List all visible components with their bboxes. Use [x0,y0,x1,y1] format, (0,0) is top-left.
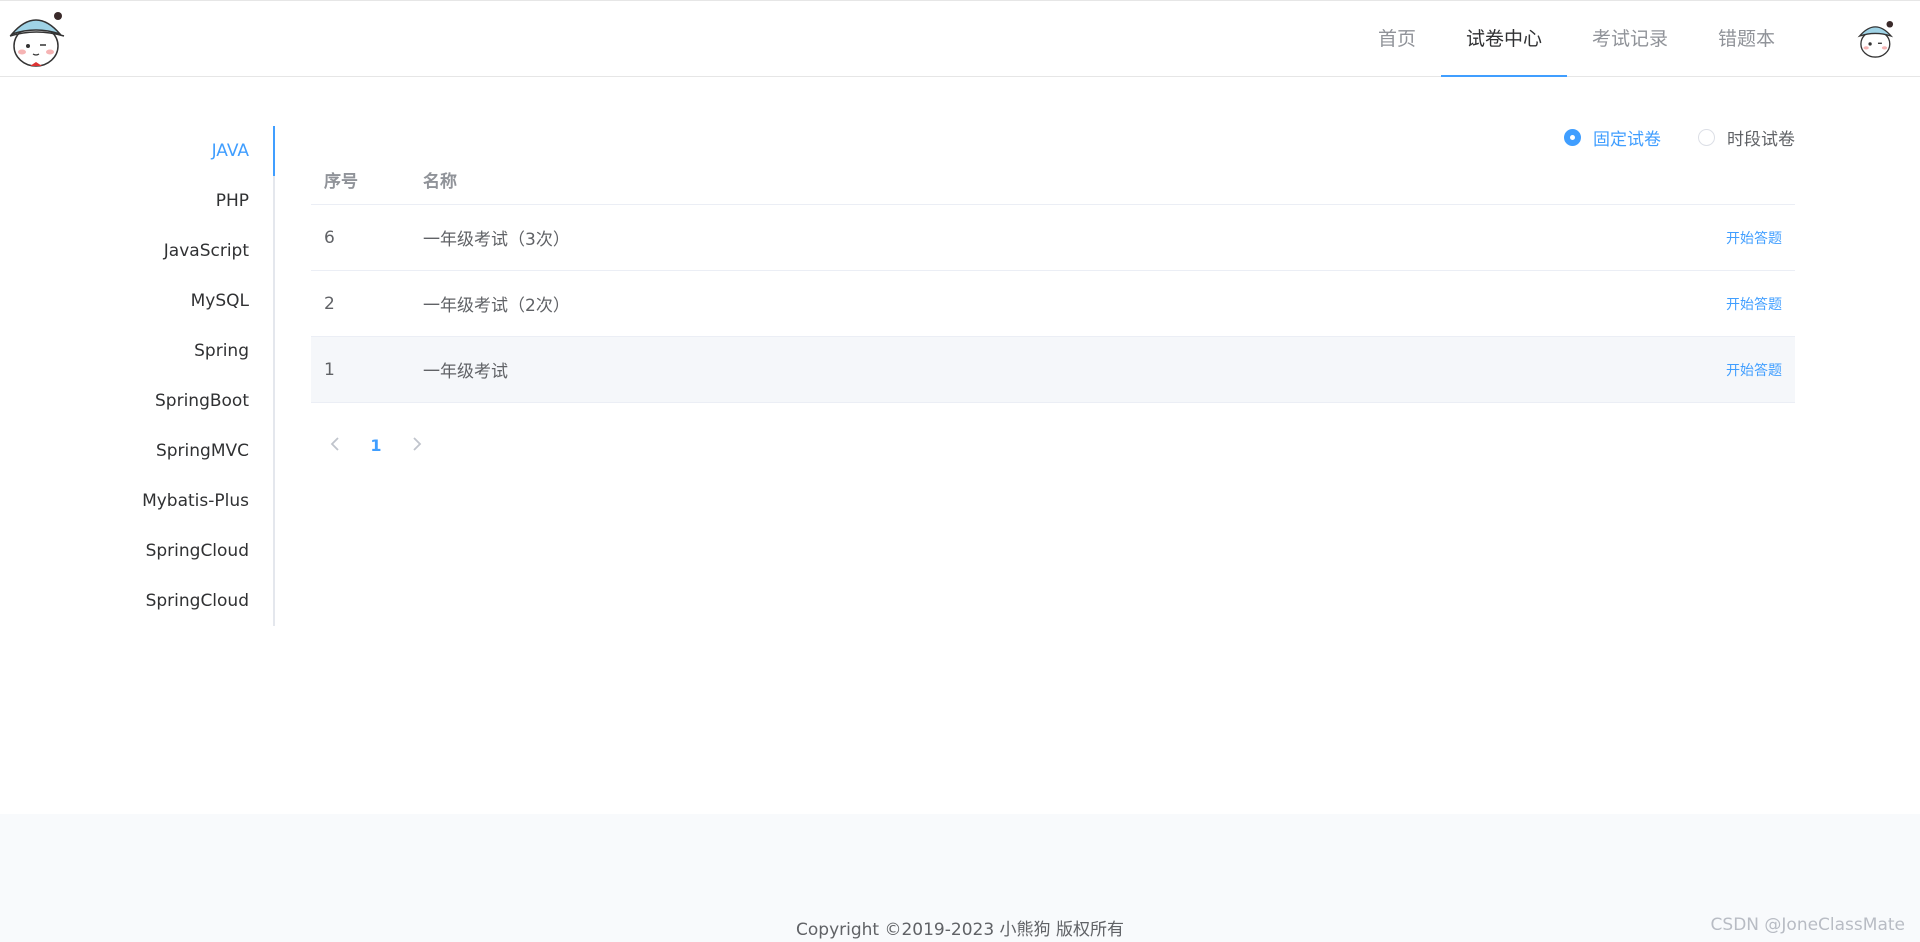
avatar[interactable] [1855,19,1897,61]
cell-no: 6 [324,227,335,248]
sidebar-item-java[interactable]: JAVA [120,126,275,176]
page-number-current[interactable]: 1 [352,430,400,462]
page-footer: Copyright ©2019-2023 小熊狗 版权所有 CSDN @Jone… [0,814,1920,942]
sidebar-item-php[interactable]: PHP [120,176,273,226]
sidebar-item-javascript[interactable]: JavaScript [120,226,273,276]
radio-fixed-paper[interactable]: 固定试卷 [1564,125,1661,150]
nav-item-paper-center[interactable]: 试卷中心 [1440,1,1567,77]
start-answer-button[interactable]: 开始答题 [1726,363,1782,379]
table-row: 2 一年级考试（2次） 开始答题 [311,271,1795,337]
sidebar-item-springcloud[interactable]: SpringCloud [120,526,273,576]
cell-name: 一年级考试（2次） [423,296,570,316]
sidebar-item-mybatis-plus[interactable]: Mybatis-Plus [120,476,273,526]
radio-label: 固定试卷 [1593,130,1661,150]
table-row: 1 一年级考试 开始答题 [311,337,1795,403]
sidebar-item-springboot[interactable]: SpringBoot [120,376,273,426]
radio-unchecked-icon[interactable] [1698,129,1715,146]
table-row: 6 一年级考试（3次） 开始答题 [311,205,1795,271]
table-header: 序号 名称 [311,155,1795,205]
watermark-text: CSDN @JoneClassMate [1710,915,1905,935]
radio-checked-icon[interactable] [1564,129,1581,146]
copyright-text: Copyright ©2019-2023 小熊狗 版权所有 [796,920,1124,940]
start-answer-button[interactable]: 开始答题 [1726,231,1782,247]
paper-type-radio-group: 固定试卷 时段试卷 [1527,125,1795,150]
pagination: 1 [318,430,434,462]
nav-item-exam-records[interactable]: 考试记录 [1567,1,1693,77]
mascot-logo-icon[interactable] [6,8,68,72]
column-header-name: 名称 [423,172,457,192]
cell-no: 2 [324,293,335,314]
sidebar-item-springmvc[interactable]: SpringMVC [120,426,273,476]
cell-name: 一年级考试 [423,362,508,382]
paper-table: 序号 名称 6 一年级考试（3次） 开始答题 2 一年级考试（2次） 开始答题 … [311,155,1795,403]
cell-no: 1 [324,359,335,380]
nav-item-wrong-questions[interactable]: 错题本 [1693,1,1800,77]
sidebar-item-spring[interactable]: Spring [120,326,273,376]
sidebar-item-springcloud-2[interactable]: SpringCloud [120,576,273,626]
column-header-no: 序号 [324,172,358,192]
main-nav: 首页 试卷中心 考试记录 错题本 [1353,1,1920,77]
chevron-left-icon[interactable] [318,430,352,462]
start-answer-button[interactable]: 开始答题 [1726,297,1782,313]
nav-item-home[interactable]: 首页 [1353,1,1441,77]
radio-label: 时段试卷 [1727,130,1795,150]
chevron-right-icon[interactable] [400,430,434,462]
top-header: 首页 试卷中心 考试记录 错题本 [0,0,1920,77]
category-sidebar: JAVA PHP JavaScript MySQL Spring SpringB… [120,126,275,626]
radio-timed-paper[interactable]: 时段试卷 [1698,125,1795,150]
sidebar-item-mysql[interactable]: MySQL [120,276,273,326]
cell-name: 一年级考试（3次） [423,230,570,250]
